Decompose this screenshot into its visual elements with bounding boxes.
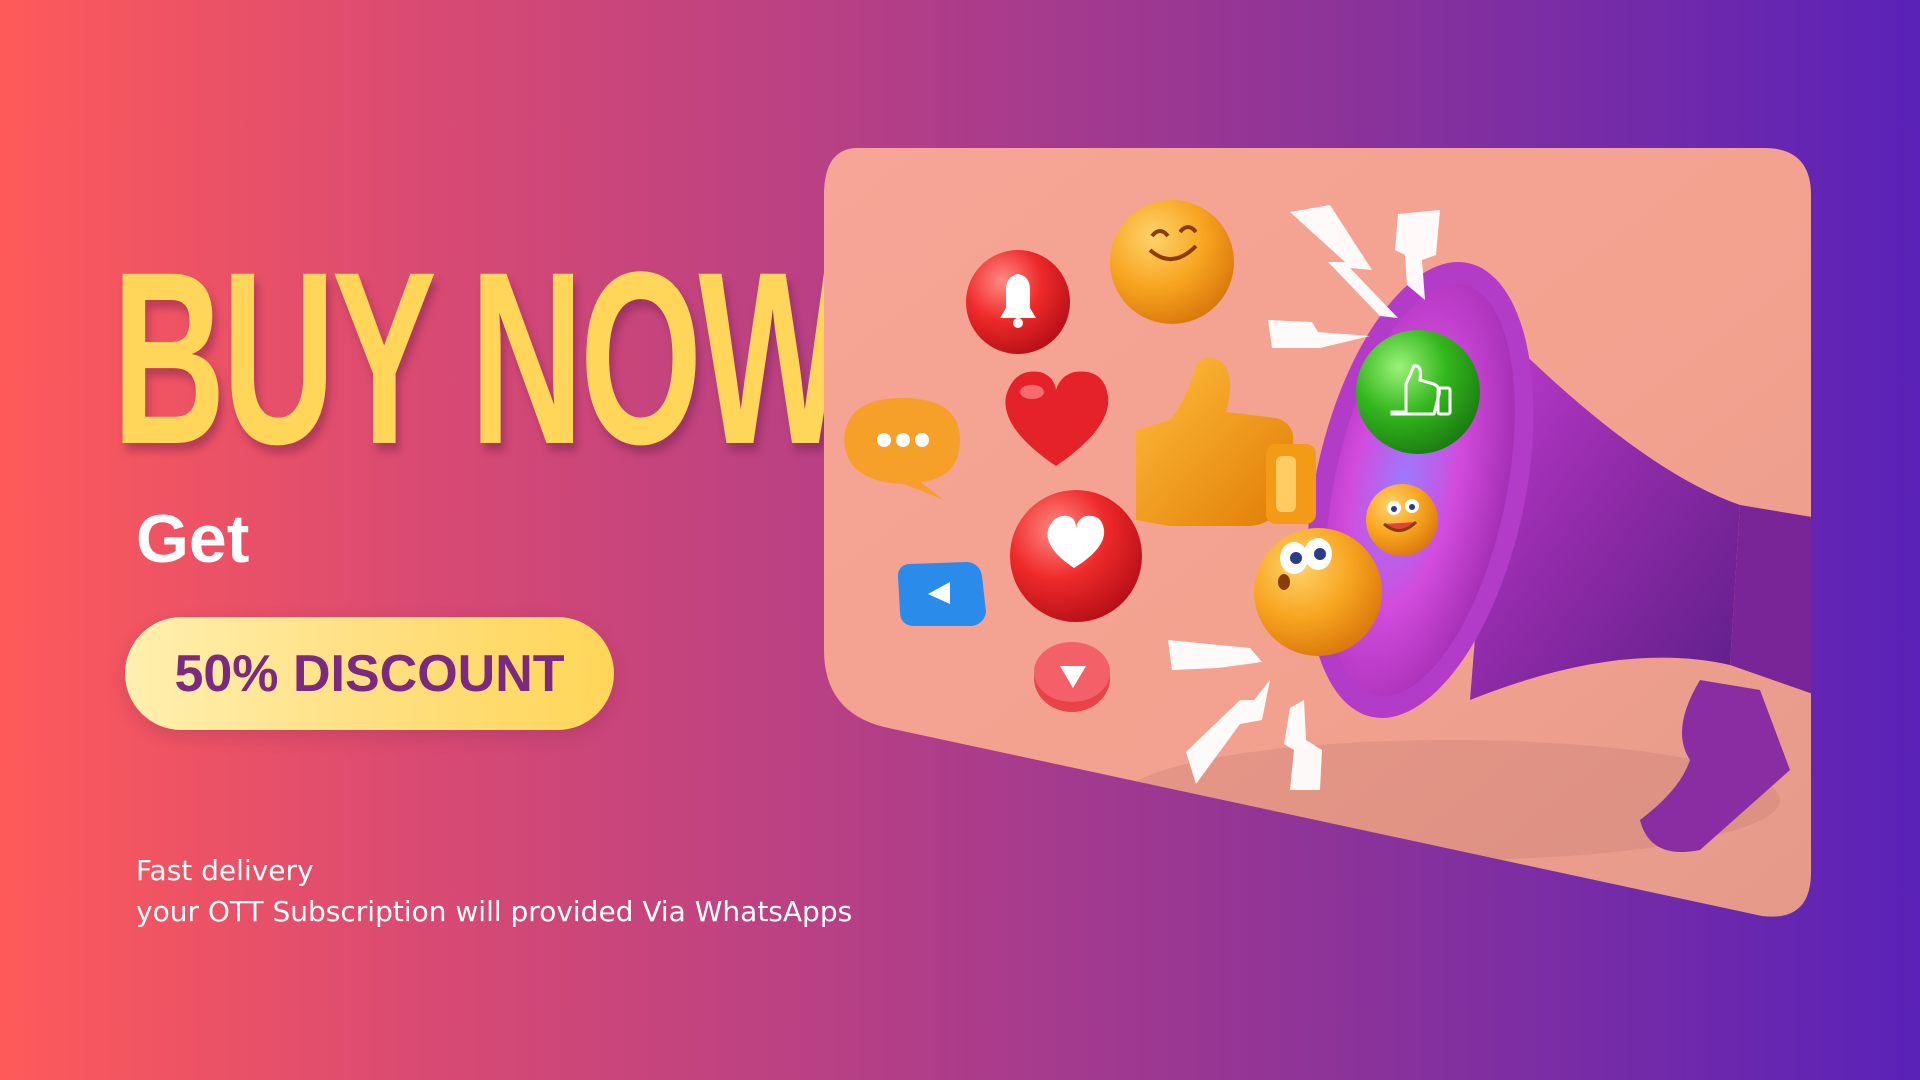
buy-now-headline: BUY NOW — [112, 221, 847, 496]
delivery-note: Fast delivery your OTT Subscription will… — [136, 850, 852, 932]
megaphone-icon — [1306, 262, 1811, 852]
promo-banner: BUY NOW Get 50% DISCOUNT Fast delivery y… — [0, 0, 1920, 1080]
thumbs-up-icon — [1136, 357, 1316, 526]
delivery-line-1: Fast delivery — [136, 854, 314, 887]
delivery-line-2: your OTT Subscription will provided Via … — [136, 895, 853, 928]
bell-icon — [966, 250, 1070, 354]
lightning-icon — [1168, 205, 1440, 790]
surprised-emoji-icon — [1254, 528, 1382, 656]
heart-button-icon — [1010, 490, 1142, 622]
play-button-icon — [1034, 642, 1110, 712]
play-button-icon — [898, 562, 986, 626]
get-subheading: Get — [136, 501, 250, 577]
heart-icon — [1005, 371, 1109, 466]
chat-bubble-icon — [844, 398, 960, 500]
photo-card-background — [824, 148, 1811, 917]
discount-badge: 50% DISCOUNT — [125, 617, 614, 730]
discount-label: 50% DISCOUNT — [174, 644, 565, 703]
winking-emoji-icon — [1366, 484, 1438, 556]
smiley-icon — [1110, 200, 1234, 324]
like-ball-icon — [1356, 330, 1480, 454]
